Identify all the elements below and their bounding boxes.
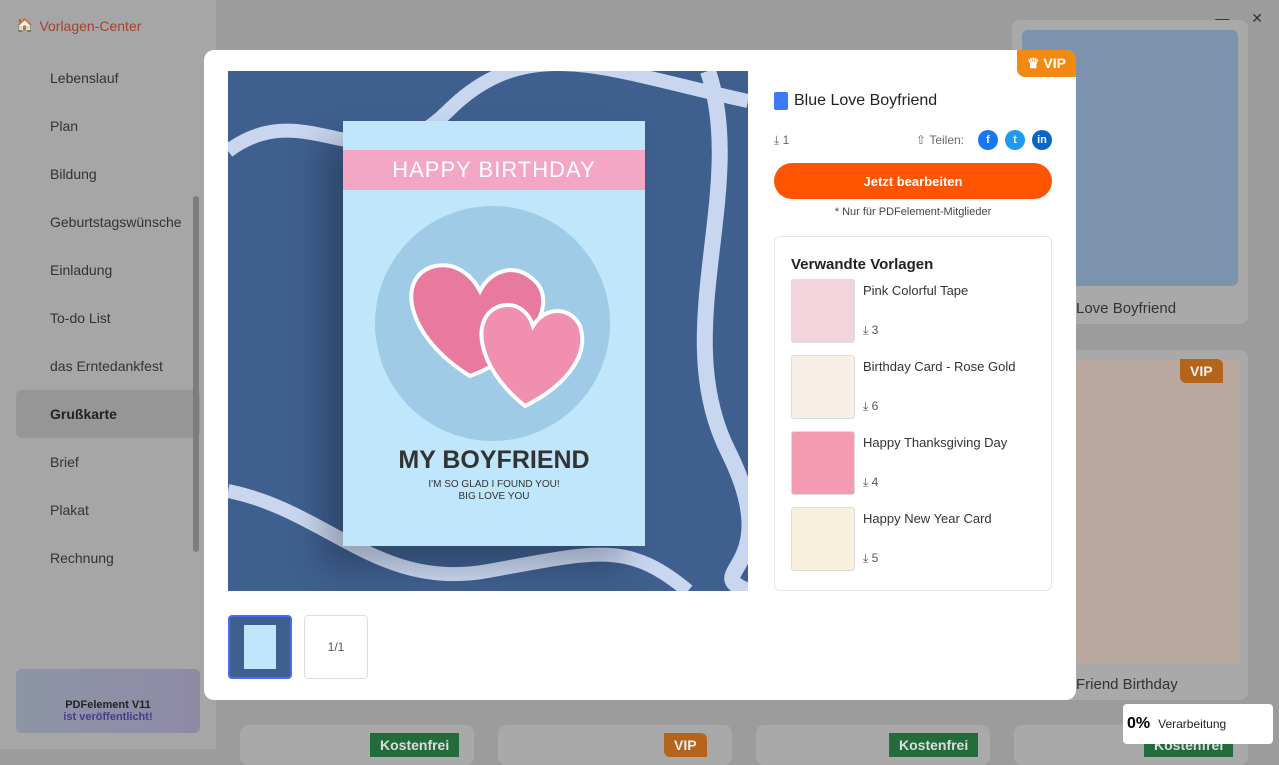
card-title: Friend Birthday	[1076, 676, 1178, 693]
related-heading: Verwandte Vorlagen	[791, 256, 934, 273]
download-icon: ⤓	[863, 399, 869, 413]
template-thumbnail	[791, 279, 855, 343]
brand[interactable]: 🏠 Vorlagen-Center	[16, 17, 141, 34]
share-icon: ⇧	[915, 133, 926, 147]
sidebar-item[interactable]: To-do List	[16, 294, 200, 342]
greeting-card: HAPPY BIRTHDAY MY BOYFRIEND I'M SO GLAD …	[343, 121, 645, 546]
page-thumbnail[interactable]	[228, 615, 292, 679]
home-icon: 🏠	[16, 17, 34, 33]
background-card[interactable]: Kostenfrei	[240, 725, 474, 765]
download-icon: ⤓	[863, 323, 869, 337]
sidebar-item-active[interactable]: Grußkarte	[16, 390, 200, 438]
free-badge: Kostenfrei	[889, 733, 979, 757]
share-label: Teilen:	[929, 133, 964, 147]
document-icon	[774, 92, 788, 110]
card-thumbnail	[1062, 360, 1240, 664]
vip-badge: VIP	[664, 733, 707, 757]
card-header: HAPPY BIRTHDAY	[343, 150, 645, 190]
template-thumbnail	[791, 355, 855, 419]
promo-banner[interactable]: PDFelement V11 ist veröffentlicht!	[16, 669, 200, 733]
related-templates: Verwandte Vorlagen Pink Colorful Tape ⤓ 3…	[774, 236, 1052, 591]
template-title: Blue Love Boyfriend	[774, 92, 937, 110]
list-item[interactable]: Pink Colorful Tape ⤓ 3	[791, 279, 1051, 355]
download-icon: ⤓	[774, 132, 780, 147]
template-preview: HAPPY BIRTHDAY MY BOYFRIEND I'M SO GLAD …	[228, 71, 748, 591]
twitter-icon[interactable]: t	[1005, 130, 1025, 150]
download-icon: ⤓	[863, 475, 869, 489]
template-thumbnail	[791, 431, 855, 495]
template-thumbnail	[791, 507, 855, 571]
page-indicator: 1/1	[304, 615, 368, 679]
template-meta: ⤓ 1 ⇧ Teilen: f t in	[774, 130, 1052, 150]
promo-subtitle: ist veröffentlicht!	[63, 711, 153, 723]
members-note: * Nur für PDFelement-Mitglieder	[834, 206, 992, 218]
sidebar-item[interactable]: Geburtstagswünsche	[16, 198, 200, 246]
sidebar-item[interactable]: das Erntedankfest	[16, 342, 200, 390]
list-item[interactable]: Happy New Year Card ⤓ 5	[791, 507, 1051, 583]
app-title: Vorlagen-Center	[39, 17, 142, 34]
sidebar-scrollbar[interactable]	[193, 196, 199, 552]
card-message: I'M SO GLAD I FOUND YOU! BIG LOVE YOU	[428, 479, 560, 502]
facebook-icon[interactable]: f	[978, 130, 998, 150]
download-count: 1	[782, 133, 790, 147]
sidebar-item[interactable]: Plan	[16, 102, 200, 150]
sidebar-item[interactable]: Brief	[16, 438, 200, 486]
sidebar-item[interactable]: Rechnung	[16, 534, 200, 582]
sidebar-item[interactable]: Einladung	[16, 246, 200, 294]
background-card[interactable]: Kostenfrei	[756, 725, 990, 765]
progress-label: Verarbeitung	[1158, 717, 1227, 731]
vip-badge: VIP	[1180, 359, 1223, 383]
free-badge: Kostenfrei	[370, 733, 460, 757]
template-preview-dialog: ♛ VIP HAPPY BIRTHDAY MY BOYFRIEND I'M SO…	[204, 50, 1076, 700]
card-title: Love Boyfriend	[1076, 300, 1177, 317]
sidebar: 🏠 Vorlagen-Center Lebenslauf Plan Bildung…	[0, 0, 216, 749]
edit-now-button[interactable]: Jetzt bearbeiten	[774, 163, 1052, 199]
close-dialog-icon[interactable]: ✕	[886, 52, 908, 83]
hearts-icon	[409, 263, 585, 409]
sidebar-nav: Lebenslauf Plan Bildung Geburtstagswünsc…	[16, 54, 200, 582]
sidebar-item[interactable]: Lebenslauf	[16, 54, 200, 102]
sidebar-item[interactable]: Bildung	[16, 150, 200, 198]
sidebar-item[interactable]: Plakat	[16, 486, 200, 534]
close-window-icon[interactable]: ✕	[1251, 10, 1263, 27]
processing-status: 0% Verarbeitung	[1123, 704, 1273, 744]
progress-percent: 0%	[1127, 715, 1151, 732]
download-icon: ⤓	[863, 551, 869, 565]
promo-title: PDFelement V11	[65, 699, 151, 711]
list-item[interactable]: Happy Thanksgiving Day ⤓ 4	[791, 431, 1051, 507]
vip-badge: ♛ VIP	[1016, 50, 1076, 77]
background-card[interactable]: VIP Friend Birthday	[1062, 350, 1248, 700]
card-headline: MY BOYFRIEND	[398, 446, 590, 474]
background-card[interactable]: VIP	[498, 725, 732, 765]
linkedin-icon[interactable]: in	[1032, 130, 1052, 150]
card-circle	[375, 206, 610, 441]
list-item[interactable]: Birthday Card - Rose Gold ⤓ 6	[791, 355, 1051, 431]
